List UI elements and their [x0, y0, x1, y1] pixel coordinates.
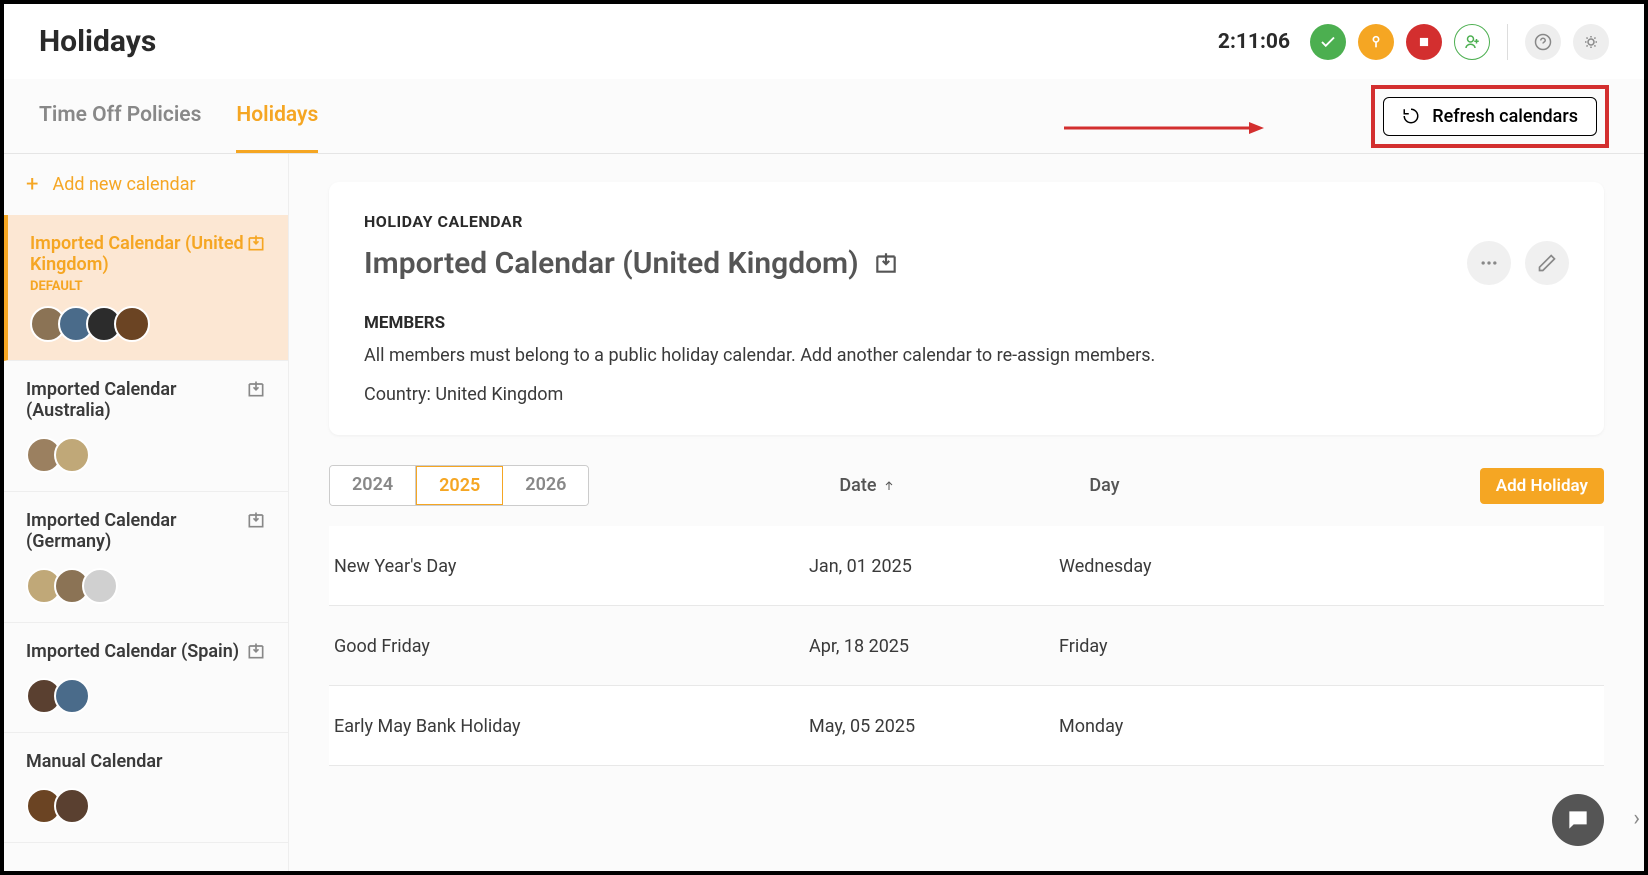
- col-date-header[interactable]: Date: [839, 475, 1089, 496]
- year-2025[interactable]: 2025: [416, 466, 503, 505]
- user-add-icon[interactable]: [1454, 24, 1490, 60]
- holiday-date: Apr, 18 2025: [809, 636, 1059, 657]
- header: Holidays 2:11:06: [4, 4, 1644, 79]
- help-icon[interactable]: [1525, 24, 1561, 60]
- chat-icon: [1565, 807, 1591, 833]
- add-calendar-label: Add new calendar: [52, 174, 195, 195]
- chat-widget[interactable]: [1552, 794, 1604, 846]
- sidebar-item-title: Imported Calendar (Germany): [26, 510, 246, 552]
- card-label: HOLIDAY CALENDAR: [364, 212, 1569, 231]
- default-badge: DEFAULT: [30, 279, 246, 294]
- header-right: 2:11:06: [1218, 24, 1609, 60]
- edit-button[interactable]: [1525, 241, 1569, 285]
- year-tabs: 2024 2025 2026: [329, 465, 589, 506]
- import-icon: [246, 233, 266, 253]
- table-row[interactable]: New Year's Day Jan, 01 2025 Wednesday: [329, 526, 1604, 606]
- avatars: [26, 788, 266, 824]
- timer-display: 2:11:06: [1218, 30, 1290, 54]
- tab-time-off[interactable]: Time Off Policies: [39, 79, 201, 153]
- holiday-day: Friday: [1059, 636, 1604, 657]
- dots-icon: [1479, 253, 1499, 273]
- header-divider: [1507, 24, 1508, 60]
- sidebar-item-title: Manual Calendar: [26, 751, 162, 772]
- main-content: HOLIDAY CALENDAR Imported Calendar (Unit…: [289, 154, 1644, 871]
- refresh-icon: [1402, 107, 1420, 125]
- card-title-wrap: Imported Calendar (United Kingdom): [364, 246, 899, 281]
- sidebar-item-spain[interactable]: Imported Calendar (Spain): [4, 623, 288, 733]
- avatars: [26, 437, 266, 473]
- status-yellow-icon[interactable]: [1358, 24, 1394, 60]
- sidebar-item-manual[interactable]: Manual Calendar: [4, 733, 288, 843]
- members-text: All members must belong to a public holi…: [364, 345, 1569, 366]
- settings-icon[interactable]: [1573, 24, 1609, 60]
- page-title: Holidays: [39, 24, 156, 59]
- pencil-icon: [1537, 253, 1557, 273]
- table-row[interactable]: Early May Bank Holiday May, 05 2025 Mond…: [329, 686, 1604, 766]
- sidebar-item-australia[interactable]: Imported Calendar (Australia): [4, 361, 288, 492]
- holiday-name: Early May Bank Holiday: [329, 716, 809, 737]
- plus-icon: +: [26, 172, 38, 197]
- members-label: MEMBERS: [364, 313, 1569, 333]
- holiday-date: May, 05 2025: [809, 716, 1059, 737]
- sidebar-item-germany[interactable]: Imported Calendar (Germany): [4, 492, 288, 623]
- sidebar-item-title: Imported Calendar (United Kingdom): [30, 233, 246, 275]
- card-actions: [1467, 241, 1569, 285]
- country-text: Country: United Kingdom: [364, 384, 1569, 405]
- import-icon: [246, 641, 266, 661]
- tab-holidays[interactable]: Holidays: [236, 79, 318, 153]
- refresh-highlight: Refresh calendars: [1371, 85, 1609, 148]
- holiday-day: Monday: [1059, 716, 1604, 737]
- status-stop-icon[interactable]: [1406, 24, 1442, 60]
- calendar-card: HOLIDAY CALENDAR Imported Calendar (Unit…: [329, 182, 1604, 435]
- avatars: [30, 306, 266, 342]
- sidebar-item-uk[interactable]: Imported Calendar (United Kingdom) DEFAU…: [4, 215, 288, 361]
- year-2024[interactable]: 2024: [330, 466, 416, 505]
- import-icon: [873, 250, 899, 276]
- avatars: [26, 568, 266, 604]
- holiday-date: Jan, 01 2025: [809, 556, 1059, 577]
- sidebar-item-title: Imported Calendar (Spain): [26, 641, 239, 662]
- content: + Add new calendar Imported Calendar (Un…: [4, 154, 1644, 871]
- more-button[interactable]: [1467, 241, 1511, 285]
- scroll-right-icon[interactable]: ›: [1633, 806, 1640, 831]
- sort-up-icon: [883, 480, 895, 492]
- col-day-header[interactable]: Day: [1089, 475, 1119, 496]
- avatars: [26, 678, 266, 714]
- status-green-icon[interactable]: [1310, 24, 1346, 60]
- sidebar-item-title: Imported Calendar (Australia): [26, 379, 246, 421]
- add-calendar-button[interactable]: + Add new calendar: [4, 154, 288, 215]
- tabs: Time Off Policies Holidays: [39, 79, 318, 153]
- import-icon: [246, 379, 266, 399]
- refresh-label: Refresh calendars: [1432, 106, 1578, 127]
- year-2026[interactable]: 2026: [503, 466, 588, 505]
- import-icon: [246, 510, 266, 530]
- holiday-name: New Year's Day: [329, 556, 809, 577]
- table-controls: 2024 2025 2026 Date Day Add Holiday: [329, 465, 1604, 506]
- refresh-calendars-button[interactable]: Refresh calendars: [1383, 97, 1597, 136]
- add-holiday-button[interactable]: Add Holiday: [1480, 468, 1604, 504]
- sidebar: + Add new calendar Imported Calendar (Un…: [4, 154, 289, 871]
- holiday-table: New Year's Day Jan, 01 2025 Wednesday Go…: [329, 526, 1604, 766]
- card-title: Imported Calendar (United Kingdom): [364, 246, 859, 281]
- subnav: Time Off Policies Holidays Refresh calen…: [4, 79, 1644, 154]
- holiday-name: Good Friday: [329, 636, 809, 657]
- holiday-day: Wednesday: [1059, 556, 1604, 577]
- table-row[interactable]: Good Friday Apr, 18 2025 Friday: [329, 606, 1604, 686]
